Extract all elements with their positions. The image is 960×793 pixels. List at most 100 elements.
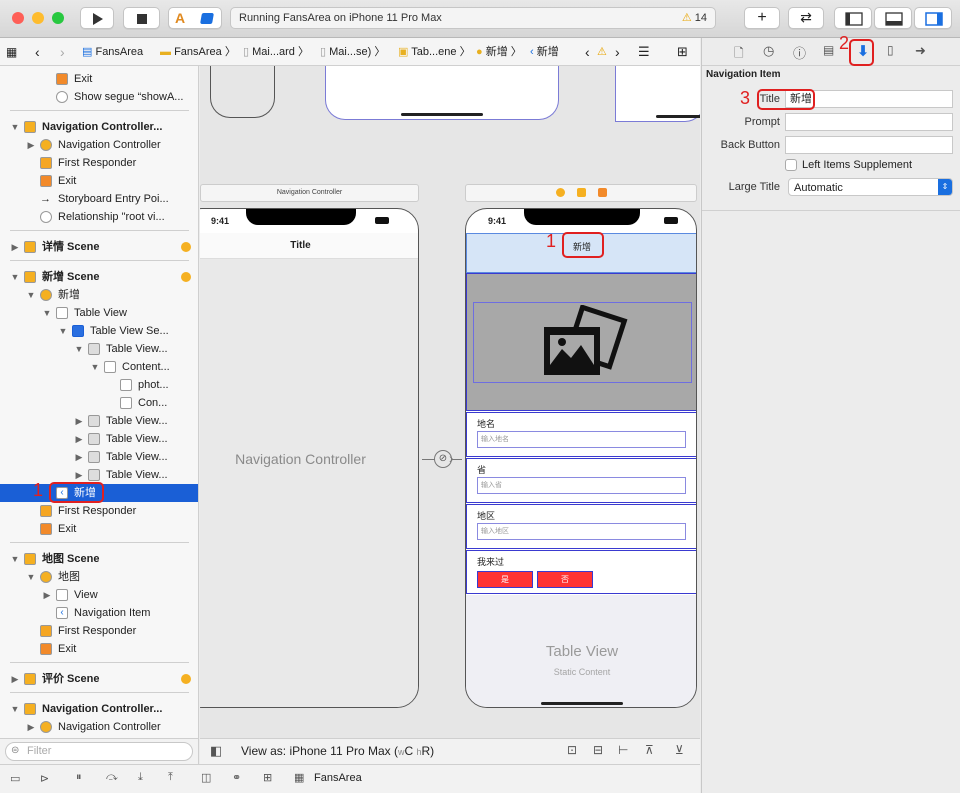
disclosure-triangle-icon[interactable]: ▶ bbox=[74, 412, 84, 430]
identity-inspector-icon[interactable]: ▤ bbox=[823, 43, 834, 57]
view-as-label[interactable]: View as: iPhone 11 Pro Max (wC hR) bbox=[241, 744, 434, 758]
yes-button[interactable]: 是 bbox=[477, 571, 533, 588]
connections-inspector-icon[interactable]: ➜ bbox=[915, 43, 926, 59]
close-window-button[interactable] bbox=[12, 12, 24, 24]
photo-cell[interactable] bbox=[466, 273, 696, 411]
disclosure-triangle-icon[interactable]: ▶ bbox=[26, 136, 36, 154]
view-controller-dock-icon[interactable] bbox=[556, 188, 565, 197]
outline-row[interactable]: ▼ Navigation Controller... bbox=[0, 118, 198, 136]
disclosure-triangle-icon[interactable]: ▼ bbox=[90, 358, 100, 376]
file-inspector-icon[interactable]: 🗋 bbox=[734, 44, 744, 65]
run-button[interactable] bbox=[80, 7, 114, 29]
name-text-field[interactable]: 输入地名 bbox=[477, 431, 686, 448]
outline-row[interactable]: ▶ Table View... bbox=[0, 430, 198, 448]
scheme-selector[interactable]: A bbox=[168, 7, 222, 29]
disclosure-triangle-icon[interactable]: ▶ bbox=[10, 238, 20, 256]
update-frames-icon[interactable]: ⊡ bbox=[567, 743, 577, 757]
region-field-cell[interactable]: 地区 输入地区 bbox=[466, 504, 696, 549]
outline-row[interactable]: ▶ 评价 Scene bbox=[0, 670, 198, 688]
code-review-button[interactable]: ⇄ bbox=[788, 7, 824, 29]
scene-phone-partial[interactable] bbox=[210, 66, 275, 118]
photo-image-view[interactable] bbox=[473, 302, 692, 383]
outline-row[interactable]: First Responder bbox=[0, 154, 198, 172]
environment-icon[interactable]: ⊞ bbox=[263, 771, 272, 784]
outline-row[interactable]: ▼ Navigation Controller... bbox=[0, 700, 198, 718]
split-editor-icon[interactable]: ⊞ bbox=[677, 44, 688, 60]
scene-phone-partial[interactable] bbox=[615, 66, 700, 122]
size-inspector-icon[interactable]: ▯ bbox=[887, 43, 894, 57]
console-toggle-icon[interactable]: ▭ bbox=[10, 772, 20, 785]
disclosure-triangle-icon[interactable]: ▼ bbox=[10, 700, 20, 718]
large-title-popup[interactable]: Automatic ⇕ bbox=[788, 178, 953, 196]
outline-row[interactable]: ▼ Table View bbox=[0, 304, 198, 322]
outline-row[interactable]: Con... bbox=[0, 394, 198, 412]
filter-field[interactable]: ⊜ Filter bbox=[5, 742, 193, 761]
breadcrumb-navigation-item[interactable]: ‹ 新增 bbox=[530, 44, 559, 60]
disclosure-triangle-icon[interactable]: ▼ bbox=[26, 286, 36, 304]
toggle-navigator-button[interactable] bbox=[834, 7, 872, 29]
outline-row[interactable]: ▼ Table View... bbox=[0, 340, 198, 358]
exit-dock-icon[interactable] bbox=[598, 188, 607, 197]
outline-row[interactable]: ▼ Table View Se... bbox=[0, 322, 198, 340]
outline-row[interactable]: ▶ Table View... bbox=[0, 412, 198, 430]
outline-row[interactable]: ▶ Navigation Controller bbox=[0, 718, 198, 736]
no-button[interactable]: 否 bbox=[537, 571, 593, 588]
disclosure-triangle-icon[interactable]: ▶ bbox=[26, 718, 36, 736]
outline-row[interactable]: ▼ 新增 Scene bbox=[0, 268, 198, 286]
disclosure-triangle-icon[interactable]: ▶ bbox=[42, 586, 52, 604]
outline-row[interactable]: First Responder bbox=[0, 622, 198, 640]
add-scene-phone[interactable]: 9:41 新增 地名 输入地名 省 输入省 地区 输入地区 我来过 是 否 Ta… bbox=[465, 208, 697, 708]
storyboard-canvas[interactable]: Navigation Controller 9:41 Title Navigat… bbox=[200, 66, 700, 738]
breakpoints-icon[interactable]: ⊳ bbox=[40, 772, 49, 785]
embed-in-icon[interactable]: ⊻ bbox=[675, 743, 684, 757]
disclosure-triangle-icon[interactable]: ▶ bbox=[74, 448, 84, 466]
disclosure-triangle-icon[interactable]: ▼ bbox=[10, 118, 20, 136]
view-hierarchy-icon[interactable]: ◫ bbox=[201, 771, 211, 784]
disclosure-triangle-icon[interactable]: ▼ bbox=[10, 268, 20, 286]
outline-row[interactable]: First Responder bbox=[0, 502, 198, 520]
breadcrumb-controller[interactable]: ● 新增 〉 bbox=[476, 44, 522, 60]
disclosure-triangle-icon[interactable]: ▼ bbox=[42, 304, 52, 322]
outline-row[interactable]: ‹ Navigation Item bbox=[0, 604, 198, 622]
step-out-icon[interactable]: ⤒ bbox=[168, 771, 173, 784]
history-clock-icon[interactable]: ◷ bbox=[763, 43, 774, 59]
pause-icon[interactable]: ⏸ bbox=[76, 771, 82, 784]
first-responder-dock-icon[interactable] bbox=[577, 188, 586, 197]
disclosure-triangle-icon[interactable]: ▶ bbox=[10, 670, 20, 688]
navigation-controller-phone[interactable]: 9:41 Title Navigation Controller bbox=[200, 208, 419, 708]
disclosure-triangle-icon[interactable]: ▼ bbox=[26, 568, 36, 586]
help-icon[interactable]: ⓘ bbox=[793, 43, 806, 62]
step-over-icon[interactable]: ⤼ bbox=[106, 771, 118, 784]
outline-row[interactable]: Show segue “showA... bbox=[0, 88, 198, 106]
outline-row[interactable]: → Storyboard Entry Poi... bbox=[0, 190, 198, 208]
breadcrumb-folder[interactable]: ▬ FansArea 〉 bbox=[160, 44, 236, 60]
outline-row[interactable]: ▼ 新增 bbox=[0, 286, 198, 304]
disclosure-triangle-icon[interactable]: ▶ bbox=[74, 430, 84, 448]
toggle-debug-area-button[interactable] bbox=[874, 7, 912, 29]
visited-cell[interactable]: 我来过 是 否 bbox=[466, 550, 696, 594]
add-constraints-icon[interactable]: ⊢ bbox=[618, 743, 628, 757]
warning-icon[interactable]: ⚠ bbox=[597, 44, 607, 60]
align-icon[interactable]: ⊟ bbox=[593, 743, 603, 757]
scene-phone-partial[interactable] bbox=[325, 66, 559, 120]
disclosure-triangle-icon[interactable]: ▼ bbox=[74, 340, 84, 358]
resolve-issues-icon[interactable]: ⊼ bbox=[645, 743, 654, 757]
outline-row[interactable]: ▼ Content... bbox=[0, 358, 198, 376]
related-items-icon[interactable]: ▦ bbox=[6, 44, 17, 60]
disclosure-triangle-icon[interactable]: ▼ bbox=[10, 550, 20, 568]
zoom-window-button[interactable] bbox=[52, 12, 64, 24]
minimize-window-button[interactable] bbox=[32, 12, 44, 24]
province-text-field[interactable]: 输入省 bbox=[477, 477, 686, 494]
outline-row[interactable]: ▶ View bbox=[0, 586, 198, 604]
outline-row[interactable]: ▼ 地图 bbox=[0, 568, 198, 586]
outline-row[interactable]: Exit bbox=[0, 172, 198, 190]
stop-button[interactable] bbox=[123, 7, 160, 29]
outline-row[interactable]: Exit bbox=[0, 520, 198, 538]
scene-dock-label[interactable]: Navigation Controller bbox=[200, 184, 419, 202]
outline-row[interactable]: ▶ Navigation Controller bbox=[0, 136, 198, 154]
name-field-cell[interactable]: 地名 输入地名 bbox=[466, 412, 696, 457]
back-button-field[interactable] bbox=[785, 136, 953, 154]
library-button[interactable]: + bbox=[744, 7, 780, 29]
province-field-cell[interactable]: 省 输入省 bbox=[466, 458, 696, 503]
outline-row[interactable]: phot... bbox=[0, 376, 198, 394]
